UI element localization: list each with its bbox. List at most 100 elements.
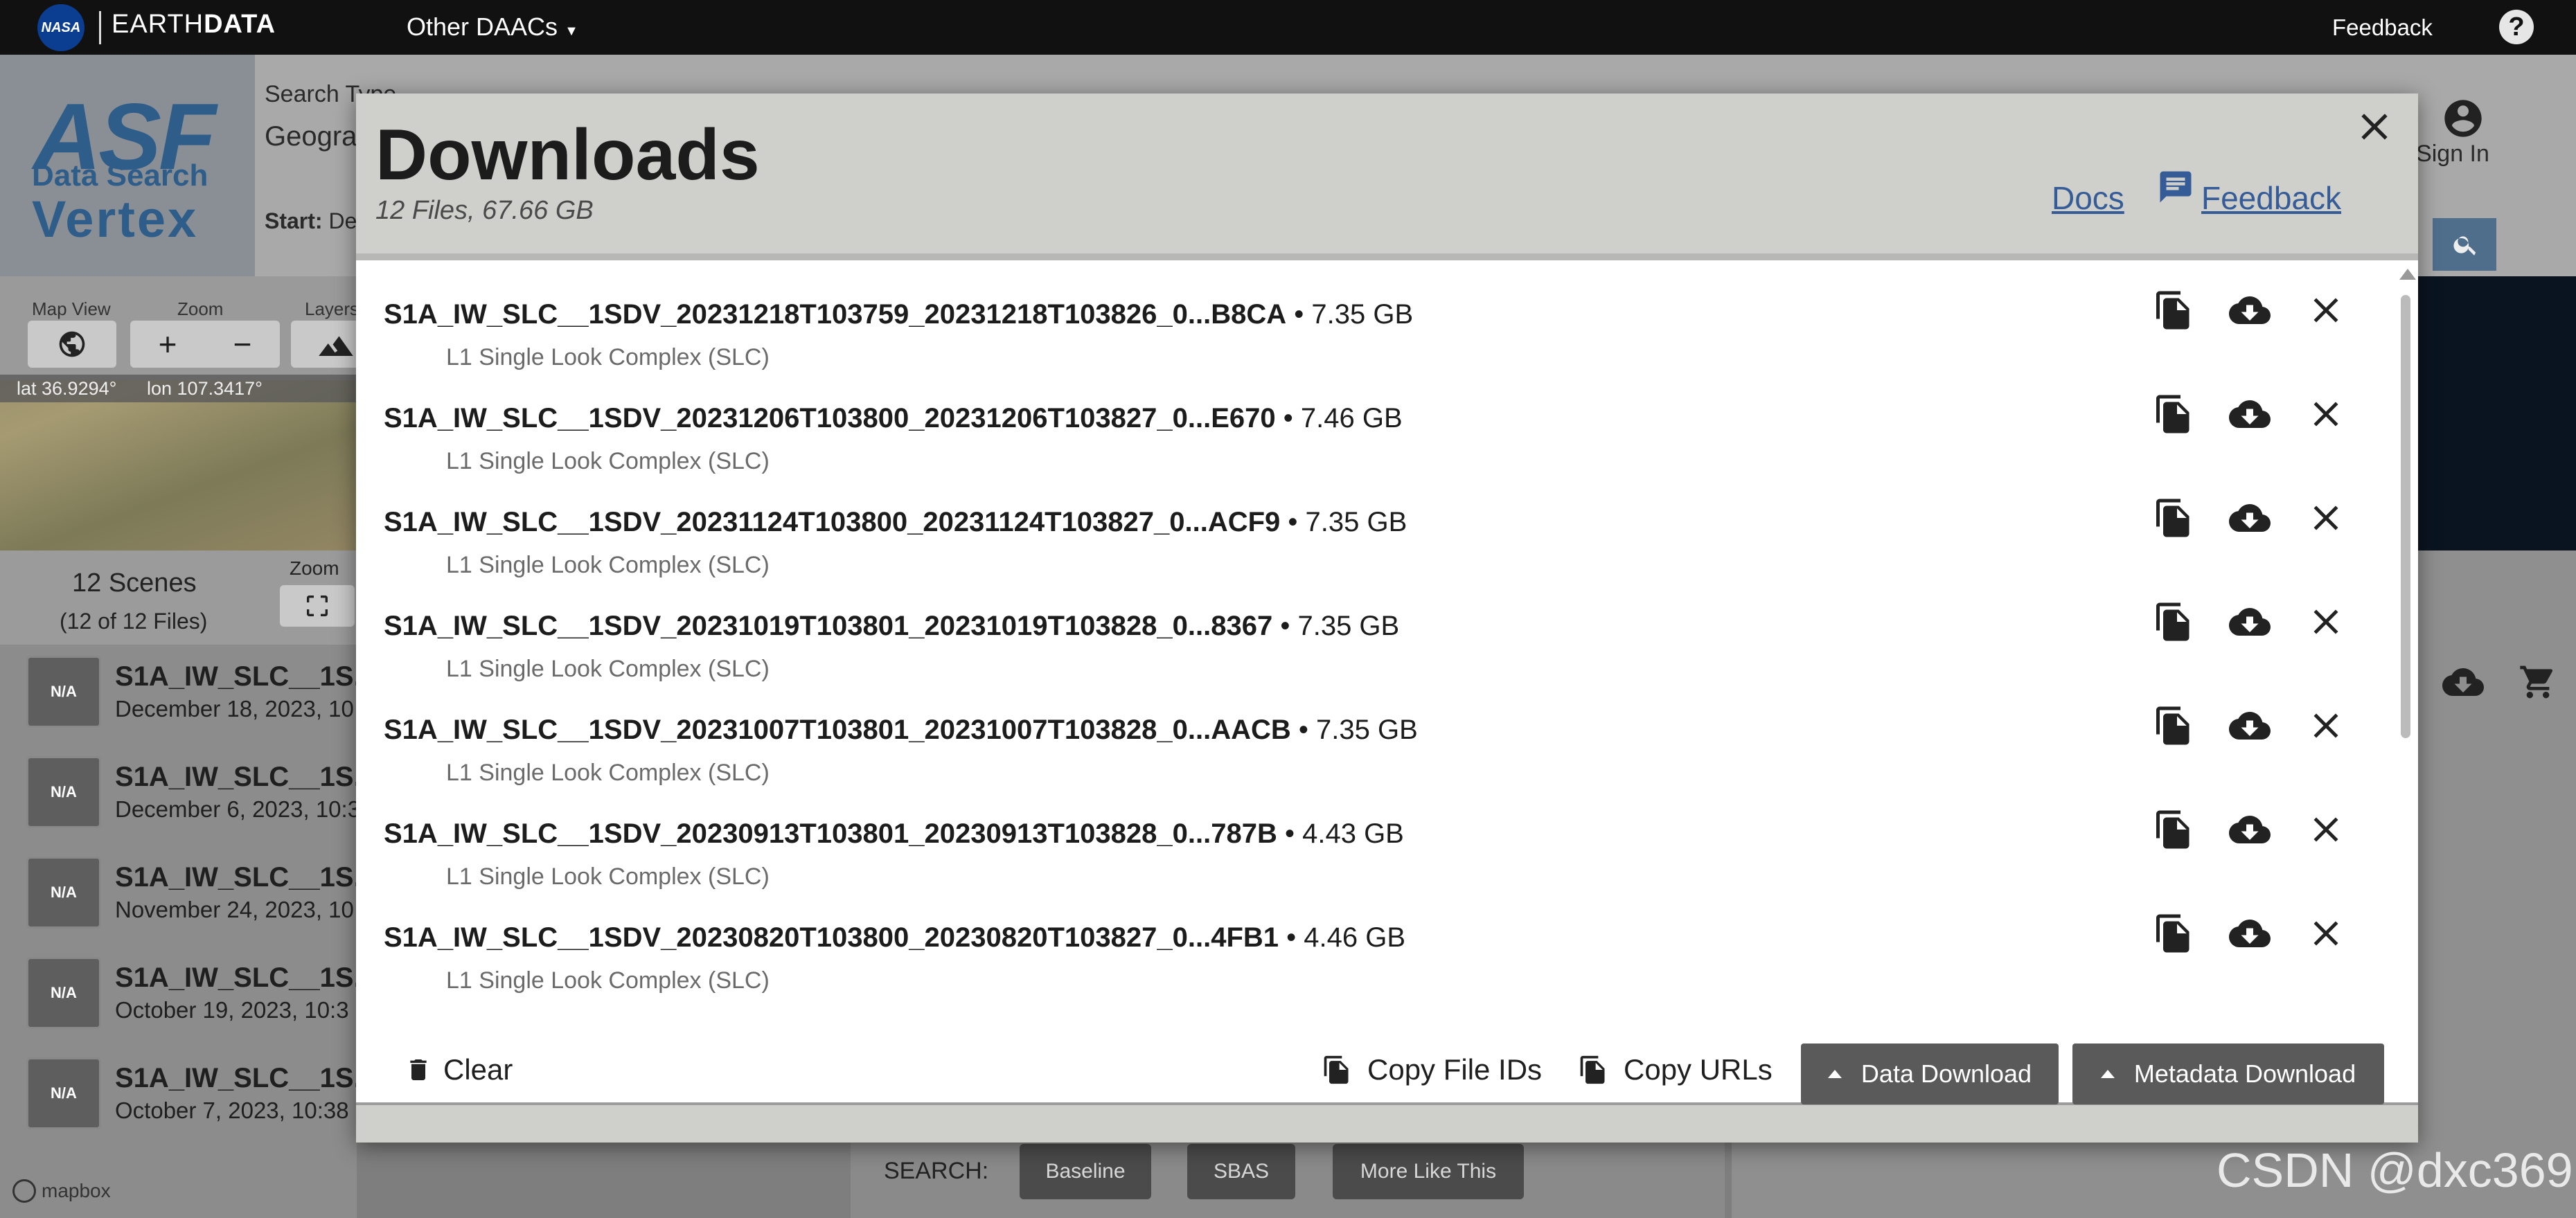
scene-date: October 19, 2023, 10:3 [115, 997, 349, 1023]
cart-icon[interactable] [2519, 663, 2557, 701]
docs-link[interactable]: Docs [2052, 179, 2124, 217]
file-name-text: S1A_IW_SLC__1SDV_20230913T103801_2023091… [384, 818, 1277, 849]
close-icon[interactable] [2352, 105, 2397, 149]
remove-icon[interactable] [2305, 601, 2347, 643]
file-size: • 4.43 GB [1277, 818, 1404, 849]
download-item: S1A_IW_SLC__1SDV_20231124T103800_2023112… [356, 478, 2392, 582]
longitude: lon 107.3417° [147, 378, 263, 399]
copy-urls-button[interactable]: Copy URLs [1578, 1053, 1773, 1086]
search-icon[interactable] [2452, 231, 2480, 258]
search-actions-bar: SEARCH: Baseline SBAS More Like This [851, 1133, 1725, 1218]
download-item: S1A_IW_SLC__1SDV_20231218T103759_2023121… [356, 270, 2392, 374]
copy-icon[interactable] [2153, 497, 2194, 539]
zoom-to-results-button[interactable] [280, 585, 355, 627]
latitude: lat 36.9294° [17, 378, 117, 399]
vertex-logo[interactable]: ASF Data Search Vertex [0, 55, 255, 276]
remove-icon[interactable] [2305, 705, 2347, 746]
logo-vertex: Vertex [32, 190, 199, 248]
trash-icon [410, 1059, 427, 1080]
cloud-download-icon[interactable] [2229, 913, 2271, 954]
cloud-download-icon[interactable] [2229, 289, 2271, 331]
feedback-icon [2160, 171, 2192, 203]
file-type: L1 Single Look Complex (SLC) [446, 344, 770, 370]
remove-icon[interactable] [2305, 393, 2347, 435]
map-view-right[interactable] [2417, 276, 2576, 550]
scene-row[interactable]: N/A S1A_IW_SLC__1S... October 7, 2023, 1… [0, 1046, 377, 1143]
downloads-dialog: Downloads 12 Files, 67.66 GB Docs Feedba… [356, 93, 2418, 1143]
copy-icon[interactable] [2153, 393, 2194, 435]
top-feedback-link[interactable]: Feedback [2332, 15, 2433, 41]
file-name: S1A_IW_SLC__1SDV_20231206T103800_2023120… [384, 403, 1403, 434]
scene-thumbnail: N/A [26, 857, 101, 929]
remove-icon[interactable] [2305, 289, 2347, 331]
scroll-up-arrow[interactable] [2399, 269, 2416, 280]
watermark: CSDN @dxc369 [2217, 1143, 2573, 1197]
data-download-button[interactable]: Data Download [1801, 1044, 2059, 1104]
copy-icon[interactable] [2153, 601, 2194, 643]
copy-icon[interactable] [2153, 705, 2194, 746]
top-nav-bar: NASA EARTHDATA Other DAACs ▼ Feedback ? [0, 0, 2576, 55]
cloud-download-icon[interactable] [2442, 661, 2484, 703]
dialog-feedback-link[interactable]: Feedback [2157, 168, 2341, 217]
help-icon[interactable]: ? [2499, 10, 2534, 44]
earthdata-logo[interactable]: EARTHDATA [112, 10, 276, 39]
remove-icon[interactable] [2305, 913, 2347, 954]
copy-icon[interactable] [2153, 289, 2194, 331]
zoom-controls: + − [130, 321, 280, 368]
other-daacs-label: Other DAACs [407, 12, 558, 41]
file-type: L1 Single Look Complex (SLC) [446, 967, 770, 994]
metadata-download-button[interactable]: Metadata Download [2072, 1044, 2384, 1104]
sign-in-button[interactable]: Sign In [2416, 96, 2498, 168]
start-date[interactable]: Start: De [265, 208, 357, 234]
fit-bounds-icon [307, 595, 328, 616]
cloud-download-icon[interactable] [2229, 497, 2271, 539]
file-name: S1A_IW_SLC__1SDV_20231218T103759_2023121… [384, 299, 1413, 330]
scene-row[interactable]: N/A S1A_IW_SLC__1S... November 24, 2023,… [0, 845, 377, 942]
sbas-button[interactable]: SBAS [1187, 1144, 1295, 1199]
baseline-button[interactable]: Baseline [1020, 1144, 1151, 1199]
scene-row[interactable]: N/A S1A_IW_SLC__1S... December 18, 2023,… [0, 645, 377, 742]
scrollbar-thumb[interactable] [2401, 295, 2410, 738]
cloud-download-icon[interactable] [2229, 809, 2271, 850]
layers-label: Layers [305, 298, 359, 319]
clear-button[interactable]: Clear [405, 1053, 513, 1086]
file-size: • 7.35 GB [1290, 715, 1418, 745]
file-type: L1 Single Look Complex (SLC) [446, 656, 770, 682]
dialog-subtitle: 12 Files, 67.66 GB [375, 196, 594, 225]
caret-up-icon [2100, 1070, 2115, 1078]
copy-icon[interactable] [2153, 809, 2194, 850]
scene-name: S1A_IW_SLC__1S... [115, 962, 377, 993]
scene-date: December 6, 2023, 10:3 [115, 796, 361, 822]
remove-icon[interactable] [2305, 497, 2347, 539]
map-controls: Map View Zoom Layers + − [0, 276, 359, 380]
scene-row[interactable]: N/A S1A_IW_SLC__1S... December 6, 2023, … [0, 745, 377, 842]
mapbox-label: mapbox [42, 1180, 111, 1201]
earthdata-logo-text-b: DATA [204, 10, 276, 39]
download-file-list[interactable]: S1A_IW_SLC__1SDV_20231218T103759_2023121… [356, 253, 2418, 1105]
remove-icon[interactable] [2305, 809, 2347, 850]
zoom-in-button[interactable]: + [130, 321, 205, 368]
mapbox-attribution[interactable]: mapbox [12, 1179, 111, 1203]
map-view-button[interactable] [28, 321, 116, 368]
scene-date: October 7, 2023, 10:38 [115, 1098, 349, 1123]
caret-up-icon [1827, 1070, 1842, 1078]
scene-row[interactable]: N/A S1A_IW_SLC__1S... October 19, 2023, … [0, 946, 377, 1043]
scene-thumbnail: N/A [26, 957, 101, 1029]
scene-name: S1A_IW_SLC__1S... [115, 1063, 377, 1093]
more-like-this-button[interactable]: More Like This [1333, 1144, 1524, 1199]
earthdata-logo-text-a: EARTH [112, 10, 204, 39]
cloud-download-icon[interactable] [2229, 393, 2271, 435]
start-value: De [328, 208, 357, 233]
file-type: L1 Single Look Complex (SLC) [446, 863, 770, 890]
nasa-logo[interactable]: NASA [37, 4, 85, 51]
layers-button[interactable] [291, 321, 357, 368]
map-view[interactable]: Map View Zoom Layers + − lat 36.9294° lo… [0, 276, 359, 550]
zoom-out-button[interactable]: − [205, 321, 280, 368]
copy-file-ids-button[interactable]: Copy File IDs [1322, 1053, 1542, 1086]
cloud-download-icon[interactable] [2229, 601, 2271, 643]
file-size: • 7.35 GB [1286, 299, 1414, 330]
mountain-icon [319, 336, 353, 357]
cloud-download-icon[interactable] [2229, 705, 2271, 746]
other-daacs-menu[interactable]: Other DAACs ▼ [407, 12, 578, 42]
copy-icon[interactable] [2153, 913, 2194, 954]
